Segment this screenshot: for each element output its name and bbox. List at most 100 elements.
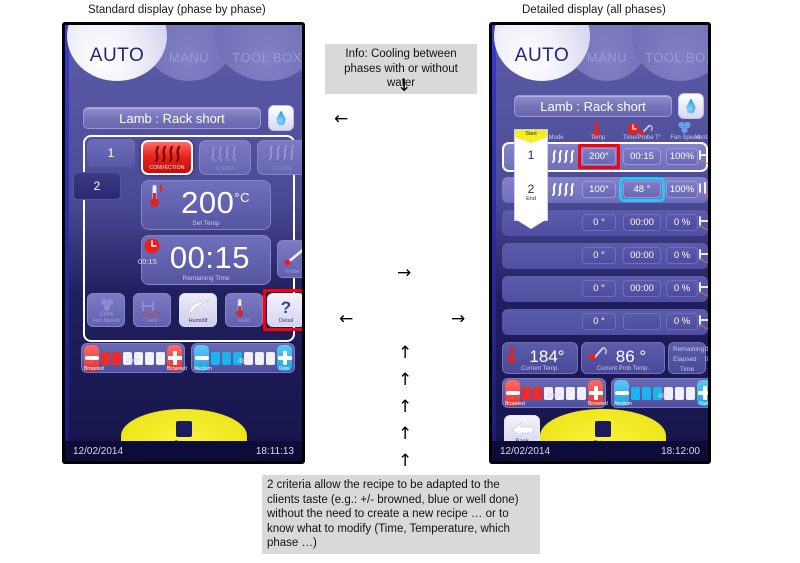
detailed-time: 18:12:00: [661, 445, 700, 457]
vent-closed-icon[interactable]: [698, 314, 708, 335]
phase-row-3-temp[interactable]: 0 °: [582, 214, 616, 231]
arrow-left-top: ←: [334, 109, 349, 129]
criteria-doneness-dots: 48°: [211, 351, 275, 365]
remaining-value: 00:15: [704, 346, 708, 353]
arrow-up-5: ↑: [398, 451, 413, 471]
phase-row-5-time[interactable]: 00:00: [623, 280, 661, 297]
vent-closed-icon[interactable]: [698, 149, 708, 170]
phase-number-2: 2: [527, 182, 535, 196]
criteria-doneness-detailed[interactable]: Medium 48° Rare: [611, 378, 708, 408]
phase-row-4-time[interactable]: 00:00: [623, 247, 661, 264]
phase-row-6-time[interactable]: [623, 313, 661, 330]
criteria-doneness-dots-detailed: 48°: [631, 386, 695, 400]
mode-combi-button[interactable]: COMBI: [257, 140, 302, 175]
remaining-time-caption: Remaining Time: [182, 275, 230, 282]
phase-tab-1[interactable]: 1: [87, 139, 135, 167]
end-flag-label: End: [526, 196, 536, 202]
mode-steam-button[interactable]: STEAM: [199, 140, 251, 175]
water-drop-icon: [276, 110, 286, 126]
phase-row-1-time[interactable]: 00:15: [623, 148, 661, 165]
criteria-doneness-value: 48°: [237, 357, 249, 365]
criteria-doneness-minus-button[interactable]: Medium: [194, 345, 212, 372]
mode-combi-label: COMBI: [274, 166, 292, 172]
vent-closed-icon[interactable]: [698, 215, 708, 236]
page-root: Standard display (phase by phase) Detail…: [0, 0, 800, 563]
criteria-browned-detailed[interactable]: - Browned 200° + Browned: [502, 378, 608, 408]
criteria-browned-minus-label-detailed: - Browned: [505, 395, 525, 407]
phase-row-1-fan[interactable]: 100%: [666, 148, 698, 165]
criteria-browned-minus-button-detailed[interactable]: - Browned: [505, 380, 525, 407]
water-drop-button[interactable]: [268, 105, 294, 131]
time-label: Time: [679, 366, 695, 373]
criteria-browned-dots: 200°: [101, 351, 165, 365]
plus-icon: [277, 351, 292, 365]
phase-row-5-temp[interactable]: 0 °: [582, 280, 616, 297]
tab-tool-box[interactable]: TOOL BOX: [215, 25, 302, 81]
tab-auto[interactable]: AUTO: [67, 25, 167, 81]
phase-row-3-time[interactable]: 00:00: [623, 214, 661, 231]
humidifier-button[interactable]: Humidif: [179, 293, 217, 327]
minus-icon: [614, 391, 629, 395]
arrow-left-detail: ←: [339, 309, 354, 329]
humidifier-label: Humidif: [188, 318, 208, 324]
probe-icon: [586, 345, 608, 368]
phase-row-2-fan[interactable]: 100%: [666, 181, 698, 198]
criteria-doneness-minus-label-detailed: Medium: [614, 401, 632, 407]
phase-row-4-temp[interactable]: 0 °: [582, 247, 616, 264]
note-criteria: 2 criteria allow the recipe to be adapte…: [262, 475, 540, 554]
detailed-screen: MANU TOOL BOX AUTO Lamb : Rack short Mod…: [492, 25, 708, 461]
water-drop-button-detailed[interactable]: [678, 93, 704, 119]
standard-screen: MANU TOOL BOX AUTO Lamb : Rack short 1 2: [65, 25, 302, 461]
arrow-right-middle: →: [397, 263, 412, 283]
steam-icon: [200, 144, 250, 165]
hold-button[interactable]: Hold: [225, 293, 263, 327]
phase-row-2-temp[interactable]: 100°: [582, 181, 616, 198]
remaining-label: Remaining :: [673, 346, 708, 353]
criteria-browned-minus-button[interactable]: - Browned: [84, 345, 104, 372]
tab-auto-detailed[interactable]: AUTO: [494, 25, 590, 81]
elapsed-label: Elapsed :: [673, 356, 701, 363]
criteria-doneness-minus-button-detailed[interactable]: Medium: [614, 380, 632, 407]
vent-closed-icon[interactable]: [698, 281, 708, 302]
tab-tool-box-detailed[interactable]: TOOL BOX: [632, 25, 708, 81]
hold-label: Hold: [238, 318, 250, 324]
column-header-vent: Vent.: [695, 135, 708, 141]
recipe-name-bar-detailed[interactable]: Lamb : Rack short: [514, 95, 672, 117]
criteria-browned-value-detailed: 200°: [546, 392, 562, 400]
phase-row-3-fan[interactable]: 0 %: [666, 214, 698, 231]
criteria-doneness-plus-button[interactable]: Rare: [277, 345, 292, 372]
criteria-browned-plus-button-detailed[interactable]: + Browned: [588, 380, 608, 407]
fan-speed-label: Fan Speed: [92, 318, 120, 324]
vent-button[interactable]: Vent: [133, 293, 171, 327]
criteria-doneness[interactable]: Medium 48° Rare: [191, 343, 295, 373]
convection-icon: [550, 182, 576, 202]
humidifier-icon: [187, 299, 211, 320]
stop-square-icon: [595, 421, 611, 437]
standard-time: 18:11:13: [255, 445, 294, 457]
phase-row-4-fan[interactable]: 0 %: [666, 247, 698, 264]
criteria-browned-plus-button[interactable]: + Browned: [167, 345, 187, 372]
detail-button-highlight: [263, 289, 302, 331]
criteria-doneness-plus-label: Rare: [279, 366, 290, 372]
criteria-doneness-plus-button-detailed[interactable]: Rare: [697, 380, 708, 407]
set-temp-unit: °C: [234, 189, 250, 205]
minus-icon: [194, 356, 209, 360]
vent-closed-icon[interactable]: [698, 248, 708, 269]
probe-temp-button[interactable]: Probe T°: [277, 240, 302, 278]
plus-icon: [697, 386, 708, 400]
elapsed-value: 00:00: [704, 356, 708, 363]
vent-open-icon[interactable]: [698, 182, 708, 203]
arrow-down-info: ↓: [397, 76, 412, 96]
phase-tab-2[interactable]: 2: [73, 172, 121, 200]
convection-icon: [550, 149, 576, 169]
phase-row-5-fan[interactable]: 0 %: [666, 280, 698, 297]
phase-tab-2-label: 2: [93, 179, 101, 193]
phase-row-2-time-highlight: [619, 177, 665, 202]
thermometer-icon: [147, 183, 167, 214]
criteria-browned[interactable]: - Browned 200° + Browned: [81, 343, 187, 373]
phase-row-6-temp[interactable]: 0 °: [582, 313, 616, 330]
recipe-name-bar[interactable]: Lamb : Rack short: [83, 107, 261, 129]
fan-speed-button[interactable]: 100% Fan Speed: [87, 293, 125, 327]
mode-convection-button[interactable]: CONVECTION: [141, 140, 193, 175]
phase-row-6-fan[interactable]: 0 %: [666, 313, 698, 330]
